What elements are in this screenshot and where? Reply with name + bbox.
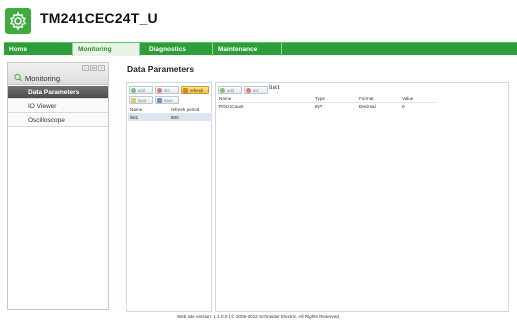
sidebar: – ▭ ‹ Monitoring Data Parameters IO View… xyxy=(7,62,109,310)
table-row[interactable]: list1 500 xyxy=(128,114,212,121)
sidebar-item-oscilloscope[interactable]: Oscilloscope xyxy=(8,114,108,127)
page: TM241CEC24T_U Home Monitoring Diagnostic… xyxy=(0,0,517,325)
column-header-format: Format xyxy=(359,96,374,101)
footer-copyright: Web site version: 1.1.0.0 | © 2009-2013 … xyxy=(176,314,341,319)
sidebar-title-label: Monitoring xyxy=(25,73,61,83)
variable-format-cell: Decimal xyxy=(359,104,376,109)
delete-list-button[interactable]: del xyxy=(155,86,179,94)
tab-maintenance[interactable]: Maintenance xyxy=(213,43,281,56)
header: TM241CEC24T_U xyxy=(0,0,517,42)
variables-panel: add del Name Type Format Value POU.iCoun… xyxy=(215,82,509,312)
refresh-button[interactable]: refresh xyxy=(181,86,209,94)
variable-name-cell: POU.iCount xyxy=(219,104,244,109)
refresh-icon xyxy=(183,88,188,93)
sidebar-title: Monitoring xyxy=(14,73,60,83)
column-header-name: Name xyxy=(130,107,143,112)
add-list-button[interactable]: add xyxy=(129,86,153,94)
selected-list-label: list1 xyxy=(269,84,281,91)
delete-variable-button[interactable]: del xyxy=(244,86,268,94)
variable-value-cell[interactable]: 0 xyxy=(402,104,405,109)
sidebar-controls: – ▭ ‹ xyxy=(82,65,105,71)
page-title: Data Parameters xyxy=(127,64,195,74)
lists-panel: add del refresh load save Name refresh p… xyxy=(126,82,212,312)
collapse-icon[interactable]: ‹ xyxy=(98,65,105,71)
delete-icon xyxy=(157,88,162,93)
add-icon xyxy=(220,88,225,93)
variable-type-cell: INT xyxy=(315,104,323,109)
tab-diagnostics[interactable]: Diagnostics xyxy=(140,43,212,56)
folder-icon xyxy=(131,98,136,103)
app-title: TM241CEC24T_U xyxy=(40,10,158,26)
main-nav: Home Monitoring Diagnostics Maintenance xyxy=(4,42,517,56)
sidebar-item-io-viewer[interactable]: IO Viewer xyxy=(8,100,108,113)
sidebar-item-data-parameters[interactable]: Data Parameters xyxy=(8,86,108,99)
save-icon xyxy=(157,98,162,103)
tab-monitoring[interactable]: Monitoring xyxy=(73,43,139,56)
logo xyxy=(5,8,31,34)
tab-home[interactable]: Home xyxy=(4,43,72,56)
restore-icon[interactable]: ▭ xyxy=(90,65,97,71)
column-header-value: Value xyxy=(402,96,414,101)
column-header-name: Name xyxy=(219,96,232,101)
add-variable-button[interactable]: add xyxy=(218,86,242,94)
refresh-period-cell: 500 xyxy=(171,115,179,120)
sidebar-header: – ▭ ‹ Monitoring xyxy=(8,63,108,85)
minimize-icon[interactable]: – xyxy=(82,65,89,71)
header-divider xyxy=(217,102,437,103)
nav-divider xyxy=(281,43,282,56)
delete-icon xyxy=(246,88,251,93)
add-icon xyxy=(131,88,136,93)
column-header-type: Type xyxy=(315,96,325,101)
list-name-cell: list1 xyxy=(130,115,139,120)
column-header-refresh-period: refresh period xyxy=(171,107,200,112)
load-button[interactable]: load xyxy=(129,96,153,104)
monitoring-icon xyxy=(14,73,22,83)
save-button[interactable]: save xyxy=(155,96,179,104)
